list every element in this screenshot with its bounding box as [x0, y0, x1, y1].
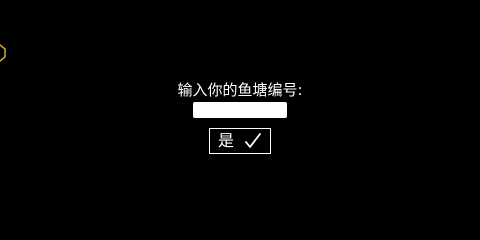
pond-number-dialog: 输入你的鱼塘编号: 是	[0, 0, 480, 216]
pond-number-prompt: 输入你的鱼塘编号:	[177, 81, 303, 99]
confirm-button[interactable]: 是	[209, 128, 271, 154]
check-icon	[245, 133, 261, 148]
pond-number-input[interactable]	[193, 102, 287, 118]
confirm-label: 是	[217, 131, 234, 150]
